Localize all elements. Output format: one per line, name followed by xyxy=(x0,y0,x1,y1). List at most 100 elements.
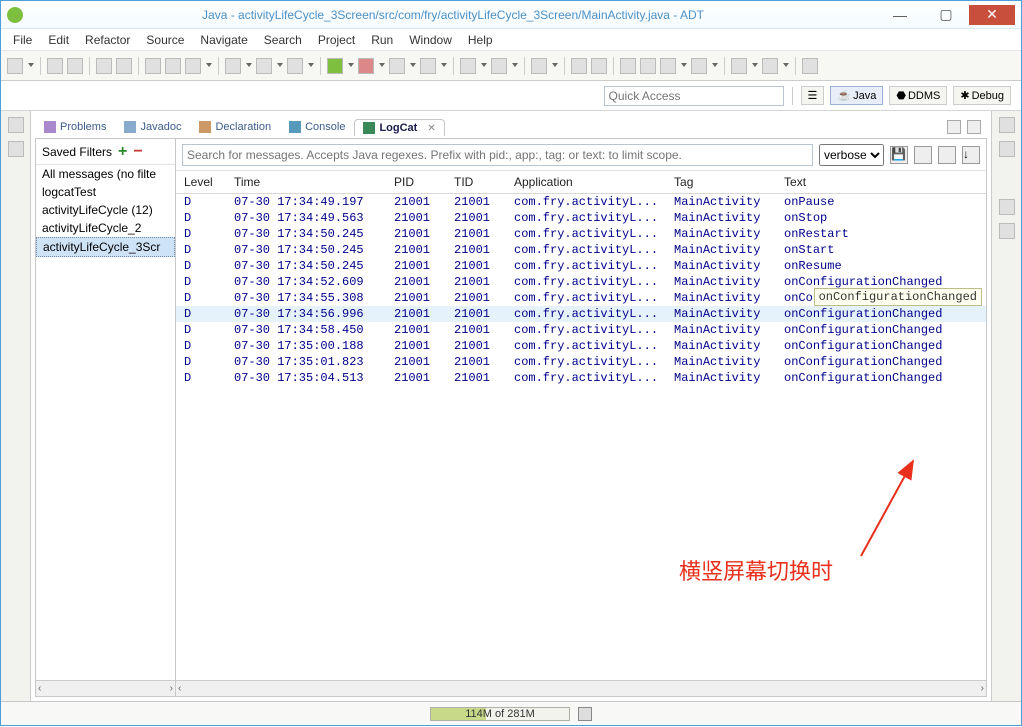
menu-source[interactable]: Source xyxy=(140,31,190,49)
memory-bar[interactable]: 114M of 281M xyxy=(430,707,570,721)
tab-logcat[interactable]: LogCat xyxy=(354,119,444,136)
col-tid[interactable]: TID xyxy=(446,171,506,194)
col-tag[interactable]: Tag xyxy=(666,171,776,194)
col-pid[interactable]: PID xyxy=(386,171,446,194)
package-explorer-icon[interactable] xyxy=(8,141,24,157)
new-icon[interactable] xyxy=(7,58,23,74)
add-filter-button[interactable]: + xyxy=(118,143,127,161)
log-hscroll[interactable]: ‹› xyxy=(176,680,986,696)
new-class-icon[interactable] xyxy=(491,58,507,74)
open-perspective-button[interactable]: ☰ xyxy=(801,86,825,105)
save-all-icon[interactable] xyxy=(67,58,83,74)
new-java-icon[interactable] xyxy=(460,58,476,74)
perspective-java[interactable]: ☕ Java xyxy=(830,86,883,105)
perspective-debug[interactable]: ✱ Debug xyxy=(953,86,1011,105)
table-row[interactable]: D07-30 17:35:04.5132100121001com.fry.act… xyxy=(176,370,986,386)
new-package-icon[interactable] xyxy=(287,58,303,74)
col-app[interactable]: Application xyxy=(506,171,666,194)
gc-button[interactable] xyxy=(578,707,592,721)
title-bar: Java - activityLifeCycle_3Screen/src/com… xyxy=(1,1,1021,29)
tab-declaration[interactable]: Declaration xyxy=(190,118,280,135)
menu-run[interactable]: Run xyxy=(365,31,399,49)
refresh-icon[interactable] xyxy=(640,58,656,74)
log-level-select[interactable]: verbose xyxy=(819,144,884,166)
outline-icon[interactable] xyxy=(999,141,1015,157)
maximize-view-icon[interactable] xyxy=(967,120,981,134)
perspective-ddms[interactable]: ⬣ DDMS xyxy=(889,86,947,105)
menu-project[interactable]: Project xyxy=(312,31,361,49)
filter-item[interactable]: All messages (no filte xyxy=(36,165,175,183)
remove-filter-button[interactable]: − xyxy=(133,143,142,161)
display-view-icon[interactable] xyxy=(938,146,956,164)
table-row[interactable]: D07-30 17:35:00.1882100121001com.fry.act… xyxy=(176,338,986,354)
new-file-icon[interactable] xyxy=(256,58,272,74)
minimize-view-icon[interactable] xyxy=(947,120,961,134)
save-icon[interactable] xyxy=(47,58,63,74)
table-row[interactable]: D07-30 17:34:50.2452100121001com.fry.act… xyxy=(176,258,986,274)
table-row[interactable]: D07-30 17:34:55.3082100121001com.fry.act… xyxy=(176,290,986,306)
android-sdk-icon[interactable] xyxy=(145,58,161,74)
table-row[interactable]: D07-30 17:34:49.5632100121001com.fry.act… xyxy=(176,210,986,226)
run-last-icon[interactable] xyxy=(389,58,405,74)
log-table-wrap[interactable]: Level Time PID TID Application Tag Text … xyxy=(176,171,986,680)
log-toolbar: verbose 💾 ↓ xyxy=(176,139,986,171)
toggle-mark-icon[interactable] xyxy=(571,58,587,74)
table-row[interactable]: D07-30 17:34:49.1972100121001com.fry.act… xyxy=(176,194,986,211)
filter-item[interactable]: activityLifeCycle (12) xyxy=(36,201,175,219)
col-text[interactable]: Text xyxy=(776,171,986,194)
table-row[interactable]: D07-30 17:35:01.8232100121001com.fry.act… xyxy=(176,354,986,370)
menu-file[interactable]: File xyxy=(7,31,38,49)
filter-icon[interactable] xyxy=(660,58,676,74)
home-icon[interactable] xyxy=(691,58,707,74)
close-button[interactable]: ✕ xyxy=(969,5,1015,25)
avd-icon[interactable] xyxy=(165,58,181,74)
toggle-breakpoint-icon[interactable] xyxy=(591,58,607,74)
tab-problems[interactable]: Problems xyxy=(35,118,115,135)
log-search-input[interactable] xyxy=(182,144,813,166)
menu-navigate[interactable]: Navigate xyxy=(194,31,253,49)
tab-javadoc[interactable]: Javadoc xyxy=(115,118,190,135)
new-project-icon[interactable] xyxy=(225,58,241,74)
saved-filters-label: Saved Filters xyxy=(42,145,112,159)
filters-hscroll[interactable]: ‹› xyxy=(36,680,175,696)
quick-access-input[interactable] xyxy=(604,86,784,106)
menu-help[interactable]: Help xyxy=(462,31,499,49)
filter-item[interactable]: activityLifeCycle_2 xyxy=(36,219,175,237)
scroll-lock-icon[interactable]: ↓ xyxy=(962,146,980,164)
download-icon[interactable] xyxy=(96,58,112,74)
upload-icon[interactable] xyxy=(116,58,132,74)
other-view-icon[interactable] xyxy=(999,223,1015,239)
restore-right-icon[interactable] xyxy=(999,117,1015,133)
filter-item[interactable]: activityLifeCycle_3Scr xyxy=(36,237,175,257)
lint-icon[interactable] xyxy=(185,58,201,74)
col-time[interactable]: Time xyxy=(226,171,386,194)
collapse-icon[interactable] xyxy=(802,58,818,74)
table-row[interactable]: D07-30 17:34:56.9962100121001com.fry.act… xyxy=(176,306,986,322)
search-icon[interactable] xyxy=(531,58,547,74)
back-icon[interactable] xyxy=(731,58,747,74)
external-tools-icon[interactable] xyxy=(420,58,436,74)
restore-left-icon[interactable] xyxy=(8,117,24,133)
workbench: Problems Javadoc Declaration Console Log… xyxy=(1,111,1021,701)
tasklist-icon[interactable] xyxy=(999,199,1015,215)
save-log-icon[interactable]: 💾 xyxy=(890,146,908,164)
col-level[interactable]: Level xyxy=(176,171,226,194)
menu-edit[interactable]: Edit xyxy=(42,31,75,49)
restore-button[interactable]: ▢ xyxy=(923,5,969,25)
filter-item[interactable]: logcatTest xyxy=(36,183,175,201)
minimize-button[interactable]: — xyxy=(877,5,923,25)
menu-window[interactable]: Window xyxy=(403,31,458,49)
clear-log-icon[interactable] xyxy=(914,146,932,164)
run-icon[interactable] xyxy=(327,58,343,74)
table-row[interactable]: D07-30 17:34:58.4502100121001com.fry.act… xyxy=(176,322,986,338)
declaration-icon xyxy=(199,121,211,133)
debug-icon[interactable] xyxy=(358,58,374,74)
saved-filters-list[interactable]: All messages (no filtelogcatTestactivity… xyxy=(36,165,175,680)
table-row[interactable]: D07-30 17:34:50.2452100121001com.fry.act… xyxy=(176,226,986,242)
menu-refactor[interactable]: Refactor xyxy=(79,31,136,49)
tab-console[interactable]: Console xyxy=(280,118,354,135)
table-row[interactable]: D07-30 17:34:50.2452100121001com.fry.act… xyxy=(176,242,986,258)
menu-search[interactable]: Search xyxy=(258,31,308,49)
forward-icon[interactable] xyxy=(762,58,778,74)
pin-icon[interactable] xyxy=(620,58,636,74)
